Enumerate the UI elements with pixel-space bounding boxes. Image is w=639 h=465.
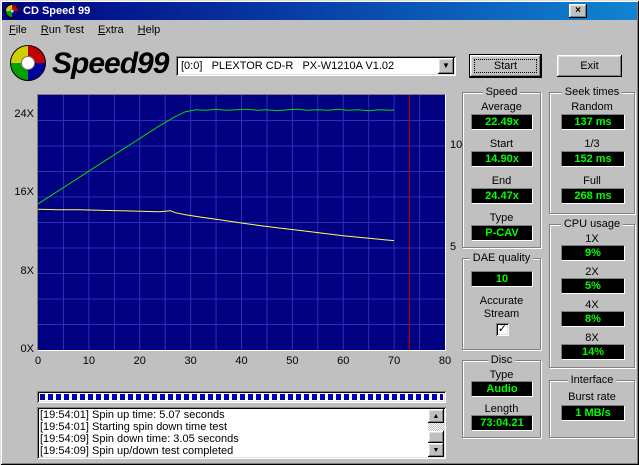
x-axis-tick-label: 0	[34, 355, 42, 367]
full-seek-label: Full	[583, 175, 601, 187]
left-axis-tick-label: 16X	[14, 186, 34, 199]
x-axis-tick-label: 40	[235, 355, 248, 367]
interface-panel: Interface Burst rate 1 MB/s	[549, 374, 635, 438]
progress-bar	[37, 391, 446, 403]
app-window: CD Speed 99 × File Run Test Extra Help Spee…	[0, 0, 639, 465]
speed-panel: Speed Average 22.49x Start 14.90x End 24…	[462, 86, 541, 248]
left-axis-tick-label: 24X	[14, 107, 34, 120]
dae-quality-panel: DAE quality 10 Accurate Stream ✓	[462, 252, 541, 350]
disc-type-label: Type	[489, 369, 514, 381]
log-line: [19:54:09] Spin up/down test completed	[40, 445, 234, 457]
end-speed-value: 24.47x	[471, 188, 533, 204]
seek-times-panel: Seek times Random 137 ms 1/3 152 ms Full…	[549, 86, 635, 214]
scrollbar-thumb[interactable]	[428, 431, 444, 443]
average-speed-value: 22.49x	[471, 114, 533, 130]
cd-app-icon	[5, 4, 19, 18]
cpu-1x-label: 1X	[585, 233, 599, 245]
speed-chart	[37, 94, 446, 351]
menu-bar: File Run Test Extra Help	[2, 20, 637, 40]
cpu-1x-value: 9%	[561, 245, 625, 261]
full-seek-value: 268 ms	[561, 188, 625, 204]
seek-times-panel-title: Seek times	[561, 86, 623, 98]
left-axis-tick-label: 0X	[20, 343, 34, 355]
drive-selector-dropdown-button[interactable]: ▼	[438, 58, 454, 74]
one-third-seek-value: 152 ms	[561, 151, 625, 167]
window-title: CD Speed 99	[23, 5, 91, 17]
cpu-4x-label: 4X	[585, 299, 599, 311]
title-bar[interactable]: CD Speed 99 ×	[2, 2, 637, 20]
cpu-usage-panel-title: CPU usage	[560, 218, 624, 230]
app-logo-text: Speed99	[52, 47, 169, 80]
log-line: [19:54:01] Starting spin down time test	[40, 421, 228, 433]
cpu-4x-value: 8%	[561, 311, 625, 327]
log-line: [19:54:01] Spin up time: 5.07 seconds	[40, 409, 225, 421]
x-axis-tick-label: 30	[184, 355, 197, 367]
cd-logo-icon	[10, 45, 46, 81]
disc-panel: Disc Type Audio Length 73:04.21	[462, 354, 541, 438]
drive-selector-value: [0:0] PLEXTOR CD-R PX-W1210A V1.02	[181, 60, 395, 72]
chart-canvas	[38, 95, 445, 350]
x-axis-tick-label: 60	[337, 355, 350, 367]
scroll-down-button[interactable]: ▼	[428, 443, 444, 457]
log-box[interactable]: [19:54:01] Spin up time: 5.07 seconds [19…	[37, 407, 446, 459]
disc-type-value: Audio	[471, 381, 533, 397]
cpu-usage-panel: CPU usage 1X 9% 2X 5% 4X 8% 8X 14%	[549, 218, 635, 368]
disc-panel-title: Disc	[487, 354, 516, 366]
cpu-2x-label: 2X	[585, 266, 599, 278]
log-line: [19:54:09] Spin down time: 3.05 seconds	[40, 433, 239, 445]
log-lines: [19:54:01] Spin up time: 5.07 seconds [19…	[40, 409, 426, 457]
x-axis-tick-label: 20	[133, 355, 146, 367]
burst-rate-value: 1 MB/s	[561, 405, 625, 421]
random-seek-label: Random	[571, 101, 613, 113]
dae-quality-value: 10	[471, 271, 533, 287]
menu-item-extra[interactable]: Extra	[91, 21, 131, 39]
close-button[interactable]: ×	[569, 4, 587, 18]
average-label: Average	[481, 101, 522, 113]
menu-item-help[interactable]: Help	[131, 21, 168, 39]
chevron-down-icon: ▼	[442, 61, 450, 70]
right-axis-tick-label: 10	[450, 139, 463, 151]
scroll-up-button[interactable]: ▲	[428, 409, 444, 423]
arrow-down-icon: ▼	[432, 447, 440, 454]
focus-rectangle	[474, 59, 537, 73]
progress-bar-fill	[40, 394, 443, 400]
start-speed-label: Start	[489, 138, 514, 150]
accurate-stream-checkbox[interactable]: ✓	[496, 323, 509, 336]
x-axis-tick-label: 70	[388, 355, 401, 367]
exit-button-label: Exit	[580, 60, 599, 72]
close-icon: ×	[575, 5, 581, 16]
checkmark-icon: ✓	[497, 323, 508, 335]
speed-type-label: Type	[489, 212, 514, 224]
burst-rate-label: Burst rate	[568, 391, 616, 403]
cpu-8x-value: 14%	[561, 344, 625, 360]
menu-item-file[interactable]: File	[2, 21, 34, 39]
speed-type-value: P-CAV	[471, 225, 533, 241]
drive-selector[interactable]: [0:0] PLEXTOR CD-R PX-W1210A V1.02 ▼	[176, 56, 456, 76]
interface-panel-title: Interface	[567, 374, 617, 386]
accurate-stream-label: Accurate Stream	[479, 295, 524, 320]
random-seek-value: 137 ms	[561, 114, 625, 130]
menu-item-run-test[interactable]: Run Test	[34, 21, 91, 39]
arrow-up-icon: ▲	[432, 413, 440, 420]
disc-length-label: Length	[484, 403, 519, 415]
end-speed-label: End	[491, 175, 512, 187]
one-third-seek-label: 1/3	[584, 138, 600, 150]
start-speed-value: 14.90x	[471, 151, 533, 167]
right-axis-tick-label: 5	[450, 241, 457, 253]
x-axis-tick-label: 10	[82, 355, 95, 367]
log-scrollbar[interactable]: ▲ ▼	[428, 409, 444, 457]
x-axis-tick-label: 80	[438, 355, 452, 367]
start-button[interactable]: Start	[470, 55, 541, 77]
dae-quality-panel-title: DAE quality	[469, 252, 534, 264]
speed-panel-title: Speed	[482, 86, 521, 98]
cpu-8x-label: 8X	[585, 332, 599, 344]
cpu-2x-value: 5%	[561, 278, 625, 294]
left-axis-tick-label: 8X	[20, 264, 34, 277]
x-axis-tick-label: 50	[286, 355, 299, 367]
exit-button[interactable]: Exit	[557, 55, 622, 77]
disc-length-value: 73:04.21	[471, 415, 533, 431]
